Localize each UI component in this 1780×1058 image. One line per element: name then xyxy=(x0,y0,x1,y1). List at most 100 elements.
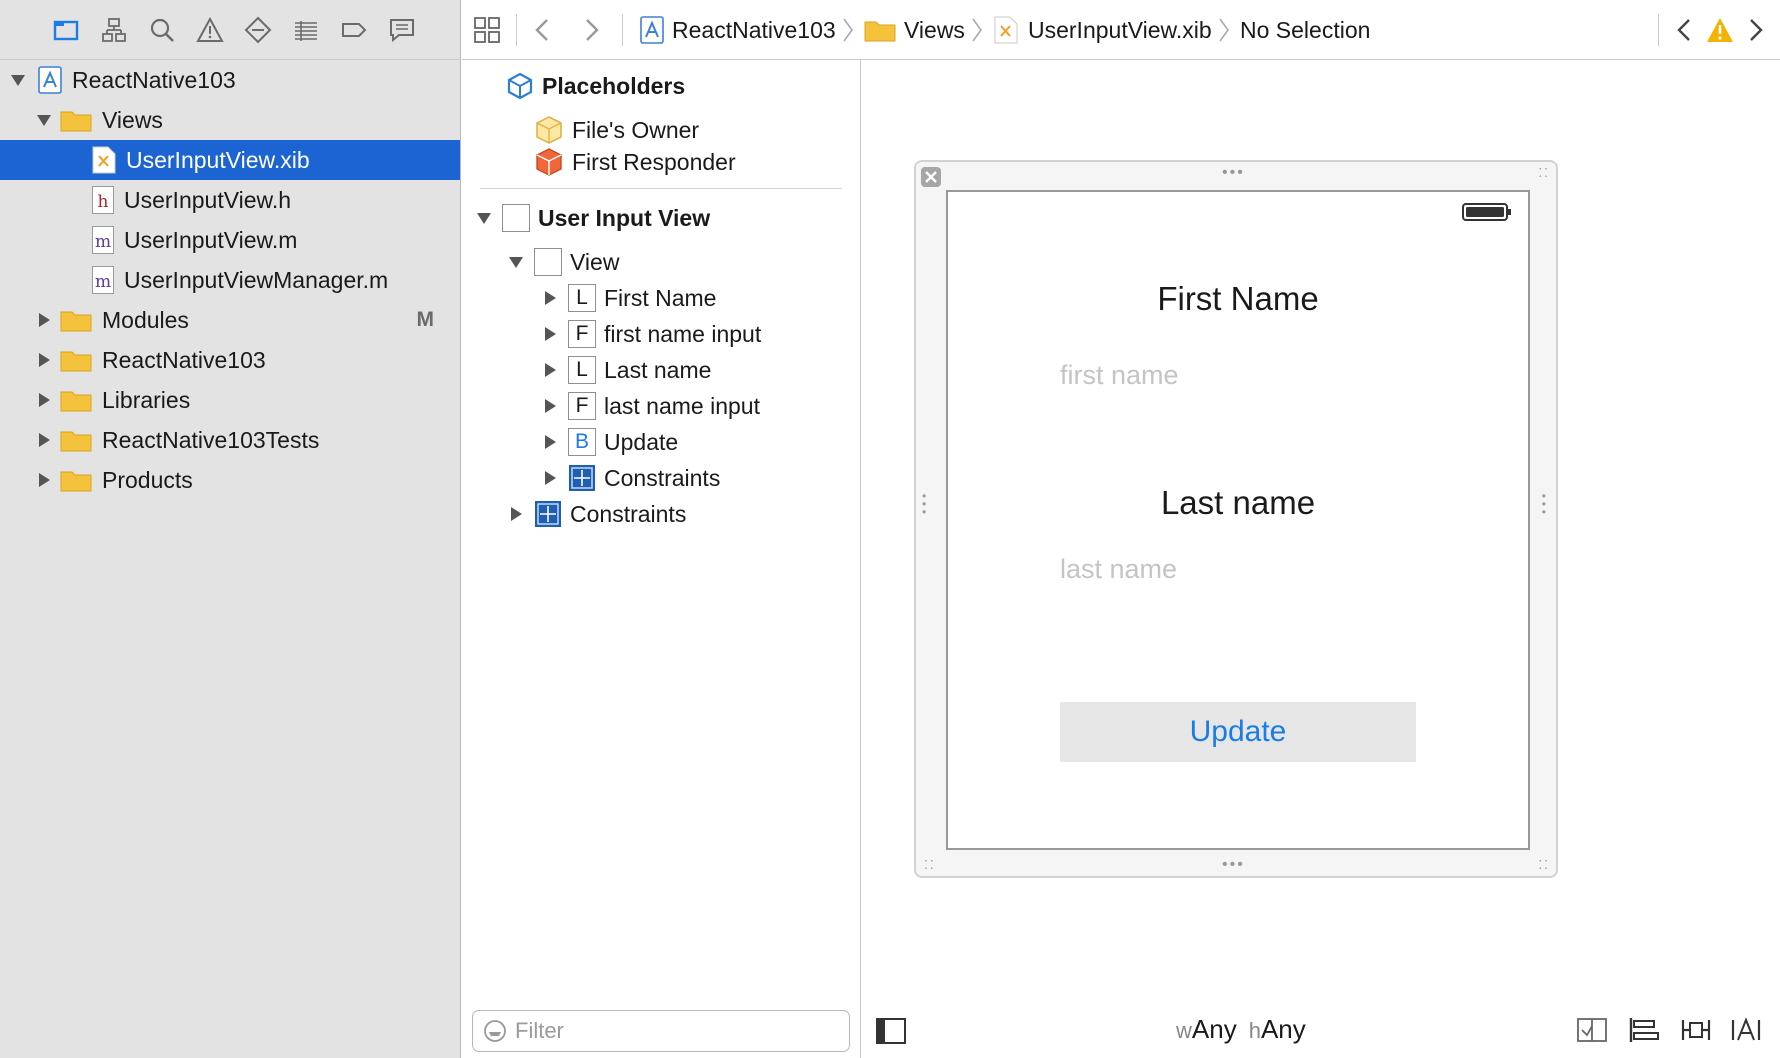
outline-label: Last name xyxy=(604,356,712,383)
disclosure-closed-icon[interactable] xyxy=(36,432,52,448)
last-name-input[interactable]: last name xyxy=(1060,554,1177,585)
previous-issue-icon[interactable] xyxy=(1674,0,1694,60)
symbol-navigator-icon[interactable] xyxy=(90,10,138,50)
related-items-icon[interactable] xyxy=(472,0,502,60)
tree-item-label: UserInputView.m xyxy=(124,226,298,253)
outline-item-last-name-label[interactable]: L Last name xyxy=(542,352,711,388)
breakpoint-navigator-icon[interactable] xyxy=(330,10,378,50)
tree-item-project[interactable]: ReactNative103 xyxy=(0,60,460,100)
resize-handle-bottom-left[interactable]: ⁚⁚ xyxy=(924,859,936,871)
tree-item-userinputview-xib[interactable]: UserInputView.xib xyxy=(0,140,460,180)
disclosure-closed-icon[interactable] xyxy=(36,392,52,408)
tree-item-label: ReactNative103Tests xyxy=(102,426,320,453)
resize-handle-top-right[interactable]: ⁚⁚ xyxy=(1538,167,1550,179)
next-issue-icon[interactable] xyxy=(1746,0,1766,60)
test-navigator-icon[interactable] xyxy=(234,10,282,50)
embed-in-stack-icon[interactable] xyxy=(1576,1016,1608,1044)
tree-item-views-folder[interactable]: Views xyxy=(0,100,460,140)
disclosure-closed-icon[interactable] xyxy=(36,352,52,368)
disclosure-closed-icon[interactable] xyxy=(542,362,558,378)
xib-file-icon xyxy=(92,146,116,174)
outline-label: last name input xyxy=(604,392,760,419)
divider xyxy=(622,14,623,46)
resolve-auto-layout-icon[interactable] xyxy=(1730,1016,1762,1044)
outline-item-user-input-view[interactable]: User Input View xyxy=(476,200,710,236)
scene-frame[interactable]: ••• ⁚⁚ • • • • • • ••• ⁚⁚ ⁚⁚ First Name firs… xyxy=(914,160,1558,878)
disclosure-closed-icon[interactable] xyxy=(36,472,52,488)
pin-icon[interactable] xyxy=(1680,1016,1712,1044)
user-input-view[interactable]: First Name first name Last name last nam… xyxy=(946,190,1530,850)
breadcrumb-project[interactable]: ReactNative103 xyxy=(640,0,854,60)
report-navigator-icon[interactable] xyxy=(378,10,426,50)
find-navigator-icon[interactable] xyxy=(138,10,186,50)
tree-item-userinputview-m[interactable]: m UserInputView.m xyxy=(0,220,460,260)
disclosure-closed-icon[interactable] xyxy=(542,470,558,486)
breadcrumb-file[interactable]: UserInputView.xib xyxy=(994,0,1230,60)
outline-filter-field[interactable]: Filter xyxy=(472,1010,850,1052)
interface-builder-canvas[interactable]: ••• ⁚⁚ • • • • • • ••• ⁚⁚ ⁚⁚ First Name firs… xyxy=(862,60,1780,1058)
size-class-w-prefix: w xyxy=(1176,1018,1192,1043)
debug-navigator-icon[interactable] xyxy=(282,10,330,50)
document-outline: Placeholders File's Owner First Responde… xyxy=(462,60,861,1058)
breadcrumb-views[interactable]: Views xyxy=(864,0,983,60)
button-icon: B xyxy=(568,428,596,456)
warning-icon[interactable] xyxy=(1706,0,1734,60)
outline-item-last-name-input[interactable]: F last name input xyxy=(542,388,760,424)
tree-item-userinputviewmanager-m[interactable]: m UserInputViewManager.m xyxy=(0,260,460,300)
tree-item-userinputview-h[interactable]: h UserInputView.h xyxy=(0,180,460,220)
resize-handle-bottom[interactable]: ••• xyxy=(1222,857,1245,873)
disclosure-open-icon[interactable] xyxy=(508,254,524,270)
outline-item-outer-constraints[interactable]: Constraints xyxy=(508,496,686,532)
project-navigator: ReactNative103 Views UserInputView.xib h… xyxy=(0,0,461,1058)
align-icon[interactable] xyxy=(1628,1016,1660,1044)
forward-arrow-icon[interactable] xyxy=(582,0,602,60)
tree-item-modules-folder[interactable]: Modules M xyxy=(0,300,460,340)
tree-item-tests-folder[interactable]: ReactNative103Tests xyxy=(0,420,460,460)
xcode-project-icon xyxy=(640,16,664,44)
text-field-icon: F xyxy=(568,392,596,420)
first-name-label[interactable]: First Name xyxy=(948,280,1528,318)
outline-item-first-name-input[interactable]: F first name input xyxy=(542,316,761,352)
outline-item-inner-constraints[interactable]: Constraints xyxy=(542,460,720,496)
view-icon xyxy=(502,204,530,232)
disclosure-closed-icon[interactable] xyxy=(542,434,558,450)
size-class-control[interactable]: w Any h Any xyxy=(1176,1014,1306,1045)
resize-handle-left[interactable]: • • • xyxy=(922,490,928,518)
outline-item-first-name-label[interactable]: L First Name xyxy=(542,280,716,316)
breadcrumb-label: UserInputView.xib xyxy=(1028,16,1212,43)
update-button[interactable]: Update xyxy=(1060,702,1416,762)
folder-icon xyxy=(60,431,92,452)
outline-item-update-button[interactable]: B Update xyxy=(542,424,678,460)
resize-handle-top[interactable]: ••• xyxy=(1222,165,1245,181)
tree-item-reactnative103-folder[interactable]: ReactNative103 xyxy=(0,340,460,380)
disclosure-closed-icon[interactable] xyxy=(542,326,558,342)
disclosure-closed-icon[interactable] xyxy=(36,312,52,328)
disclosure-closed-icon[interactable] xyxy=(542,398,558,414)
disclosure-open-icon[interactable] xyxy=(36,112,52,128)
disclosure-open-icon[interactable] xyxy=(10,72,26,88)
tree-item-libraries-folder[interactable]: Libraries xyxy=(0,380,460,420)
outline-item-first-responder[interactable]: First Responder xyxy=(534,144,736,180)
breadcrumb-selection[interactable]: No Selection xyxy=(1240,0,1370,60)
tree-item-products-folder[interactable]: Products xyxy=(0,460,460,500)
close-icon[interactable] xyxy=(920,166,942,188)
breadcrumb-chevron-icon xyxy=(972,18,982,42)
size-class-h-prefix: h xyxy=(1248,1018,1261,1043)
disclosure-closed-icon[interactable] xyxy=(542,290,558,306)
disclosure-closed-icon[interactable] xyxy=(508,506,524,522)
disclosure-open-icon[interactable] xyxy=(476,210,492,226)
resize-handle-right[interactable]: • • • xyxy=(1542,490,1548,518)
implementation-file-icon: m xyxy=(92,226,114,254)
issue-navigator-icon[interactable] xyxy=(186,10,234,50)
toggle-outline-icon[interactable] xyxy=(876,1018,906,1044)
outline-label: Placeholders xyxy=(542,72,686,99)
outline-item-view[interactable]: View xyxy=(508,244,619,280)
outline-label: View xyxy=(570,248,620,275)
last-name-label[interactable]: Last name xyxy=(948,484,1528,522)
project-navigator-icon[interactable] xyxy=(42,10,90,50)
back-arrow-icon[interactable] xyxy=(532,0,552,60)
resize-handle-bottom-right[interactable]: ⁚⁚ xyxy=(1538,859,1550,871)
outline-item-files-owner[interactable]: File's Owner xyxy=(534,112,699,148)
first-name-input[interactable]: first name xyxy=(1060,360,1179,391)
divider xyxy=(480,188,842,189)
